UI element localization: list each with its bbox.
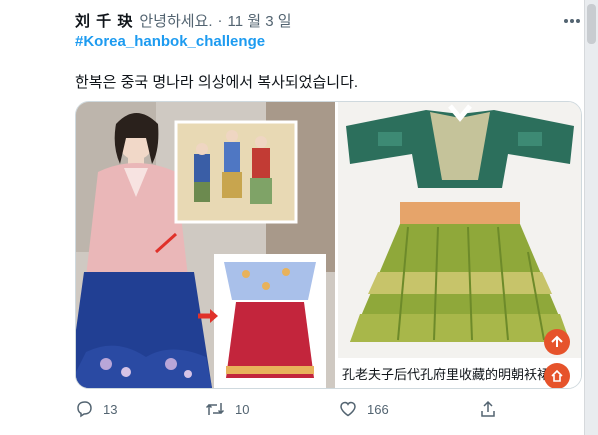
tweet-card[interactable]: 刘 千 玦 안녕하세요. · 11 월 3 일 #Korea_hanbok_ch… <box>0 0 585 435</box>
media-attachment[interactable]: 孔老夫子后代孔府里收藏的明朝袄裙 <box>75 101 582 389</box>
share-button[interactable] <box>479 397 497 421</box>
home-icon <box>551 369 563 382</box>
tweet-header: 刘 千 玦 안녕하세요. · 11 월 3 일 <box>75 10 292 30</box>
scrollbar-thumb[interactable] <box>587 4 596 44</box>
scroll-up-button[interactable] <box>544 329 570 355</box>
more-icon <box>564 19 580 23</box>
tweet-date[interactable]: 11 월 3 일 <box>228 10 292 31</box>
retweet-count: 10 <box>235 401 250 417</box>
more-button[interactable] <box>560 10 584 32</box>
heart-icon <box>340 401 356 417</box>
author-handle[interactable]: 안녕하세요. <box>139 10 212 31</box>
retweet-button[interactable]: 10 <box>205 397 249 421</box>
hanbok-comparison-illustration <box>76 102 335 388</box>
share-icon <box>481 400 495 417</box>
scrollbar-track[interactable] <box>585 0 598 435</box>
home-button[interactable] <box>544 363 570 388</box>
arrow-up-icon <box>551 335 563 347</box>
separator-dot: · <box>217 11 223 29</box>
media-photo-right[interactable]: 孔老夫子后代孔府里收藏的明朝袄裙 <box>338 102 581 388</box>
retweet-icon <box>205 403 225 415</box>
author-name[interactable]: 刘 千 玦 <box>75 10 133 31</box>
reply-count: 13 <box>103 401 118 417</box>
reply-icon <box>77 401 92 418</box>
hashtag-link[interactable]: #Korea_hanbok_challenge <box>75 33 265 50</box>
like-count: 166 <box>367 401 389 417</box>
reply-button[interactable]: 13 <box>75 397 117 421</box>
tweet-actions: 13 10 166 <box>75 397 505 421</box>
media-photo-left[interactable] <box>76 102 335 388</box>
like-button[interactable]: 166 <box>339 397 389 421</box>
tweet-text: 한복은 중국 명나라 의상에서 복사되었습니다. <box>75 74 359 91</box>
